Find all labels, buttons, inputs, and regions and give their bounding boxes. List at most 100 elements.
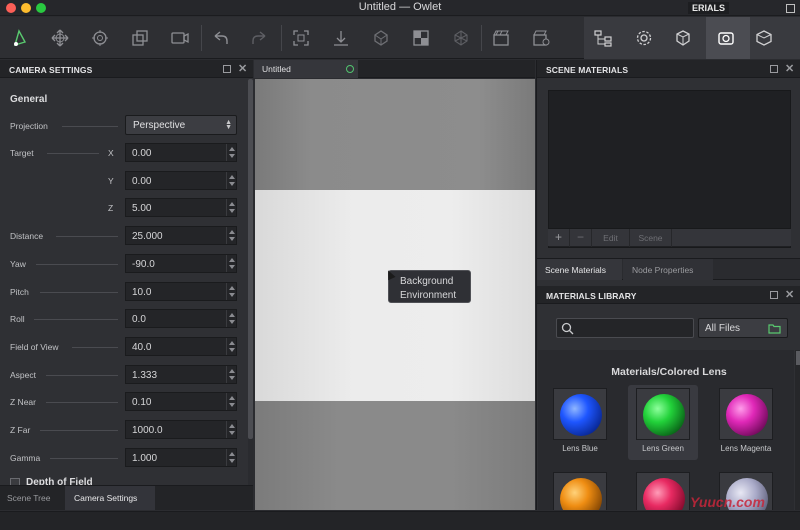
materials-toggle-icon[interactable] [752, 26, 776, 50]
search-icon [561, 322, 574, 335]
field-of-view-field[interactable]: 40.0 [125, 337, 237, 356]
gamma-field[interactable]: 1.000 [125, 448, 237, 467]
target-y-field[interactable]: 0.00 [125, 171, 237, 190]
toolbar-separator [201, 25, 202, 51]
pitch-field[interactable]: 10.0 [125, 282, 237, 301]
camera-settings-body: General Projection Perspective ▲ ▼ Target… [0, 79, 248, 489]
stepper-icon[interactable] [226, 255, 236, 272]
add-material-button[interactable]: + [548, 229, 570, 247]
materials-scroll-thumb[interactable] [796, 351, 800, 365]
stepper-icon[interactable] [226, 310, 236, 327]
ground-icon[interactable] [329, 26, 353, 50]
file-filter-select[interactable]: All Files [698, 318, 788, 338]
settings-gear-icon[interactable] [632, 26, 656, 50]
stepper-icon[interactable] [226, 172, 236, 189]
material-item-selected[interactable]: Lens Green [628, 385, 698, 460]
scene-materials-list[interactable] [548, 90, 791, 248]
explode-icon[interactable] [369, 26, 393, 50]
material-thumbnail [636, 472, 690, 510]
stepper-icon[interactable] [226, 144, 236, 161]
floating-panel-label: ERIALS [688, 2, 730, 14]
tab-scene-materials[interactable]: Scene Materials [537, 259, 622, 280]
toolbar-separator [281, 25, 282, 51]
render-settings-icon[interactable] [529, 26, 553, 50]
pitch-label: Pitch [10, 287, 29, 297]
tooltip-line-2: Environment [400, 290, 457, 301]
target-x-row: Target X 0.00 [0, 142, 248, 164]
stepper-icon[interactable] [226, 227, 236, 244]
stepper-icon[interactable] [226, 283, 236, 300]
stepper-icon[interactable] [226, 421, 236, 438]
render-icon[interactable] [489, 26, 513, 50]
material-item[interactable]: Lens Blue [545, 388, 615, 453]
material-item[interactable] [545, 472, 615, 510]
stepper-icon[interactable] [226, 393, 236, 410]
projection-select[interactable]: Perspective ▲ ▼ [125, 115, 237, 135]
aspect-field[interactable]: 1.333 [125, 365, 237, 384]
viewport-tooltip: Background Environment [388, 270, 471, 303]
z-far-label: Z Far [10, 425, 31, 435]
tab-node-properties[interactable]: Node Properties [623, 259, 713, 280]
materials-search-input[interactable] [556, 318, 694, 338]
material-name: Lens Blue [562, 444, 598, 453]
camera-settings-toggle-icon[interactable] [714, 26, 738, 50]
scene-material-button[interactable]: Scene [630, 229, 672, 247]
stepper-icon[interactable] [226, 366, 236, 383]
3d-viewport[interactable]: Background Environment [255, 79, 535, 510]
distance-field[interactable]: 25.000 [125, 226, 237, 245]
window-title: Untitled — Owlet [358, 1, 442, 13]
toolbar-separator [481, 25, 482, 51]
select-tool-icon[interactable] [8, 26, 32, 50]
frame-selection-icon[interactable] [289, 26, 313, 50]
roll-label: Roll [10, 314, 25, 324]
select-arrows-icon: ▲ ▼ [225, 119, 232, 131]
tab-camera-settings[interactable]: Camera Settings [65, 486, 155, 510]
material-name: Lens Green [642, 444, 684, 453]
camera-tool-icon[interactable] [168, 26, 192, 50]
target-z-field[interactable]: 5.00 [125, 198, 237, 217]
projection-label: Projection [10, 121, 48, 131]
z-near-field[interactable]: 0.10 [125, 392, 237, 411]
scene-tree-toggle-icon[interactable] [591, 26, 615, 50]
folder-icon[interactable] [768, 323, 781, 334]
distance-label: Distance [10, 231, 44, 241]
remove-material-button[interactable]: − [570, 229, 592, 247]
camera-settings-scroll-thumb[interactable] [248, 79, 253, 439]
stepper-icon[interactable] [226, 449, 236, 466]
close-panel-icon[interactable]: ✕ [785, 288, 794, 301]
restore-icon[interactable] [786, 4, 795, 13]
edit-material-button[interactable]: Edit [592, 229, 630, 247]
float-panel-icon[interactable] [770, 291, 778, 299]
wireframe-icon[interactable] [449, 26, 473, 50]
float-panel-icon[interactable] [223, 65, 231, 73]
redo-icon[interactable] [248, 26, 272, 50]
stepper-icon[interactable] [226, 338, 236, 355]
right-panels: SCENE MATERIALS ✕ + − Edit Scene Scene M… [536, 60, 800, 510]
target-x-field[interactable]: 0.00 [125, 143, 237, 162]
z-far-field[interactable]: 1000.0 [125, 420, 237, 439]
roll-field[interactable]: 0.0 [125, 309, 237, 328]
yaw-row: Yaw -90.0 [0, 253, 248, 275]
yaw-field[interactable]: -90.0 [125, 254, 237, 273]
node-properties-toggle-icon[interactable] [671, 26, 695, 50]
target-z-row: Z 5.00 [0, 197, 248, 219]
material-item[interactable] [628, 472, 698, 510]
tab-scene-tree[interactable]: Scene Tree [0, 486, 65, 510]
close-panel-icon[interactable]: ✕ [785, 62, 794, 75]
materials-library-title: MATERIALS LIBRARY [546, 291, 637, 301]
yaw-label: Yaw [10, 259, 26, 269]
z-near-label: Z Near [10, 397, 36, 407]
float-panel-icon[interactable] [770, 65, 778, 73]
rotate-tool-icon[interactable] [88, 26, 112, 50]
move-tool-icon[interactable] [48, 26, 72, 50]
stepper-icon[interactable] [226, 199, 236, 216]
undo-icon[interactable] [208, 26, 232, 50]
field-of-view-label: Field of View [10, 342, 59, 352]
checker-icon[interactable] [409, 26, 433, 50]
field-of-view-row: Field of View 40.0 [0, 336, 248, 358]
scale-tool-icon[interactable] [128, 26, 152, 50]
close-panel-icon[interactable]: ✕ [238, 62, 247, 75]
material-item[interactable]: Lens Magenta [711, 388, 781, 453]
viewport-background-lower [255, 401, 535, 510]
tab-untitled[interactable]: Untitled [254, 60, 358, 78]
